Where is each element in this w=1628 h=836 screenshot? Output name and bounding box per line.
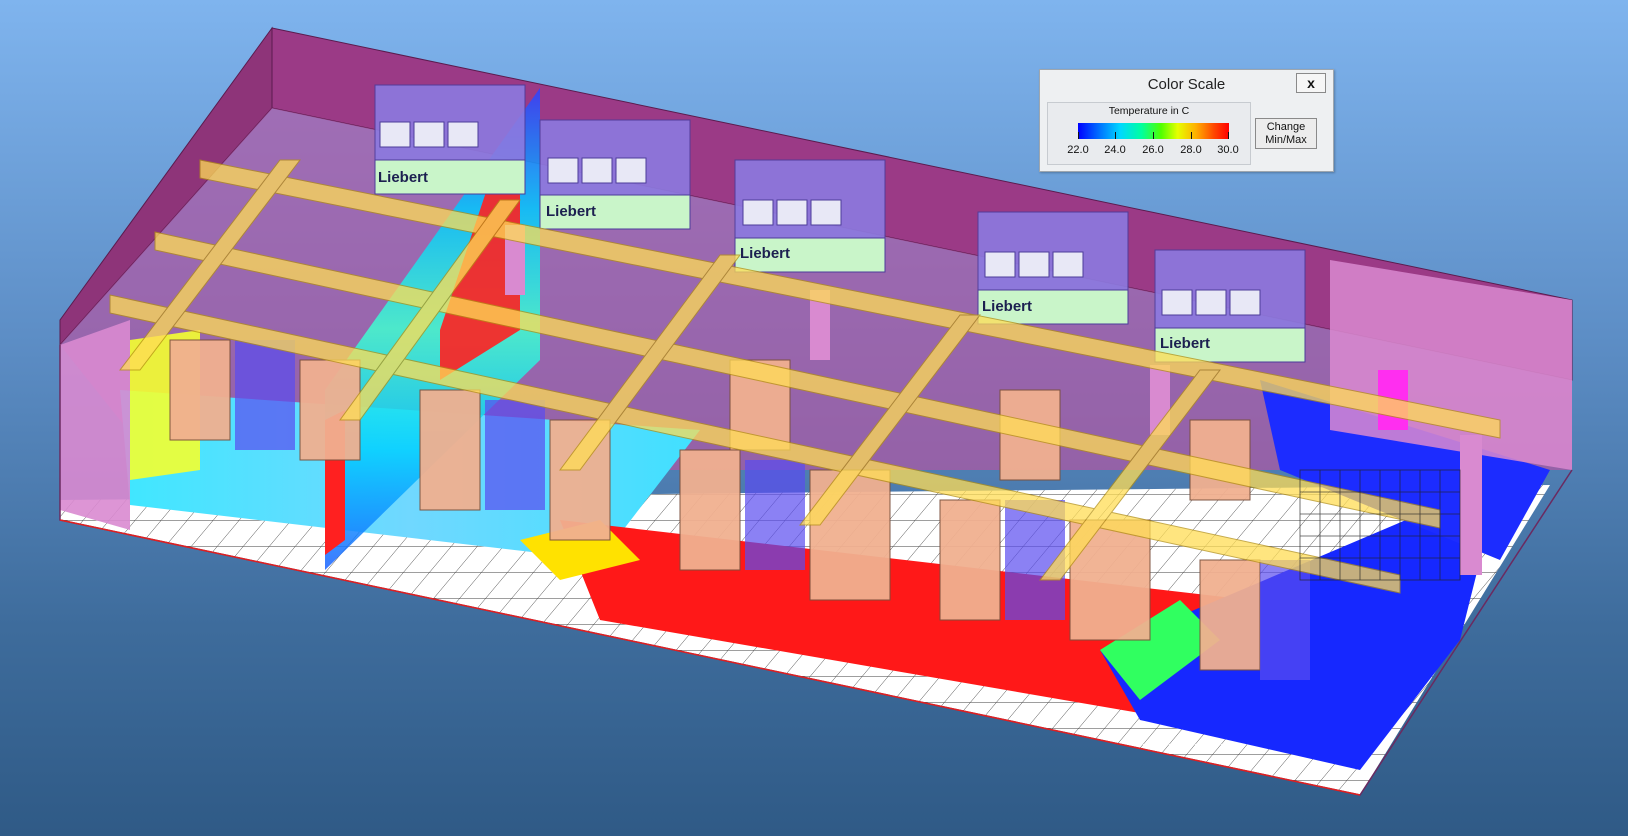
cooling-unit[interactable]: Liebert	[539, 119, 691, 230]
liebert-label: Liebert	[1160, 335, 1210, 352]
close-button[interactable]: x	[1296, 73, 1326, 93]
liebert-label: Liebert	[378, 169, 428, 186]
left-pink-block	[60, 320, 130, 530]
tick-label: 24.0	[1104, 144, 1126, 156]
liebert-label: Liebert	[982, 298, 1032, 315]
change-min-max-button[interactable]: Change Min/Max	[1255, 118, 1317, 149]
cfd-3d-viewport[interactable]: Liebert Liebert Liebert Liebert Liebert	[0, 0, 1628, 836]
tick-mark	[1191, 132, 1192, 139]
tick-mark	[1115, 132, 1116, 139]
tick-label: 30.0	[1217, 144, 1239, 156]
change-button-line2: Min/Max	[1265, 134, 1307, 146]
tick-label: 28.0	[1180, 144, 1202, 156]
tick-mark	[1228, 132, 1229, 139]
dialog-title: Color Scale	[1147, 76, 1226, 93]
pink-column	[1460, 435, 1482, 575]
cooling-unit[interactable]: Liebert	[1154, 249, 1306, 363]
tick-mark	[1078, 132, 1079, 139]
tick-mark	[1153, 132, 1154, 139]
cooling-unit[interactable]: Liebert	[374, 84, 526, 195]
color-scale-dialog[interactable]: Color Scale x Temperature in C 22.0 24.0…	[1039, 69, 1334, 172]
cooling-unit[interactable]: Liebert	[734, 159, 886, 273]
color-scale-panel: Temperature in C 22.0 24.0 26.0 28.0 30.…	[1047, 102, 1251, 165]
cooling-unit[interactable]: Liebert	[977, 211, 1129, 325]
change-button-line1: Change	[1266, 121, 1306, 133]
liebert-label: Liebert	[546, 203, 596, 220]
tick-label: 22.0	[1067, 144, 1089, 156]
tick-label: 26.0	[1142, 144, 1164, 156]
liebert-label: Liebert	[740, 245, 790, 262]
legend-title: Temperature in C	[1108, 105, 1190, 117]
